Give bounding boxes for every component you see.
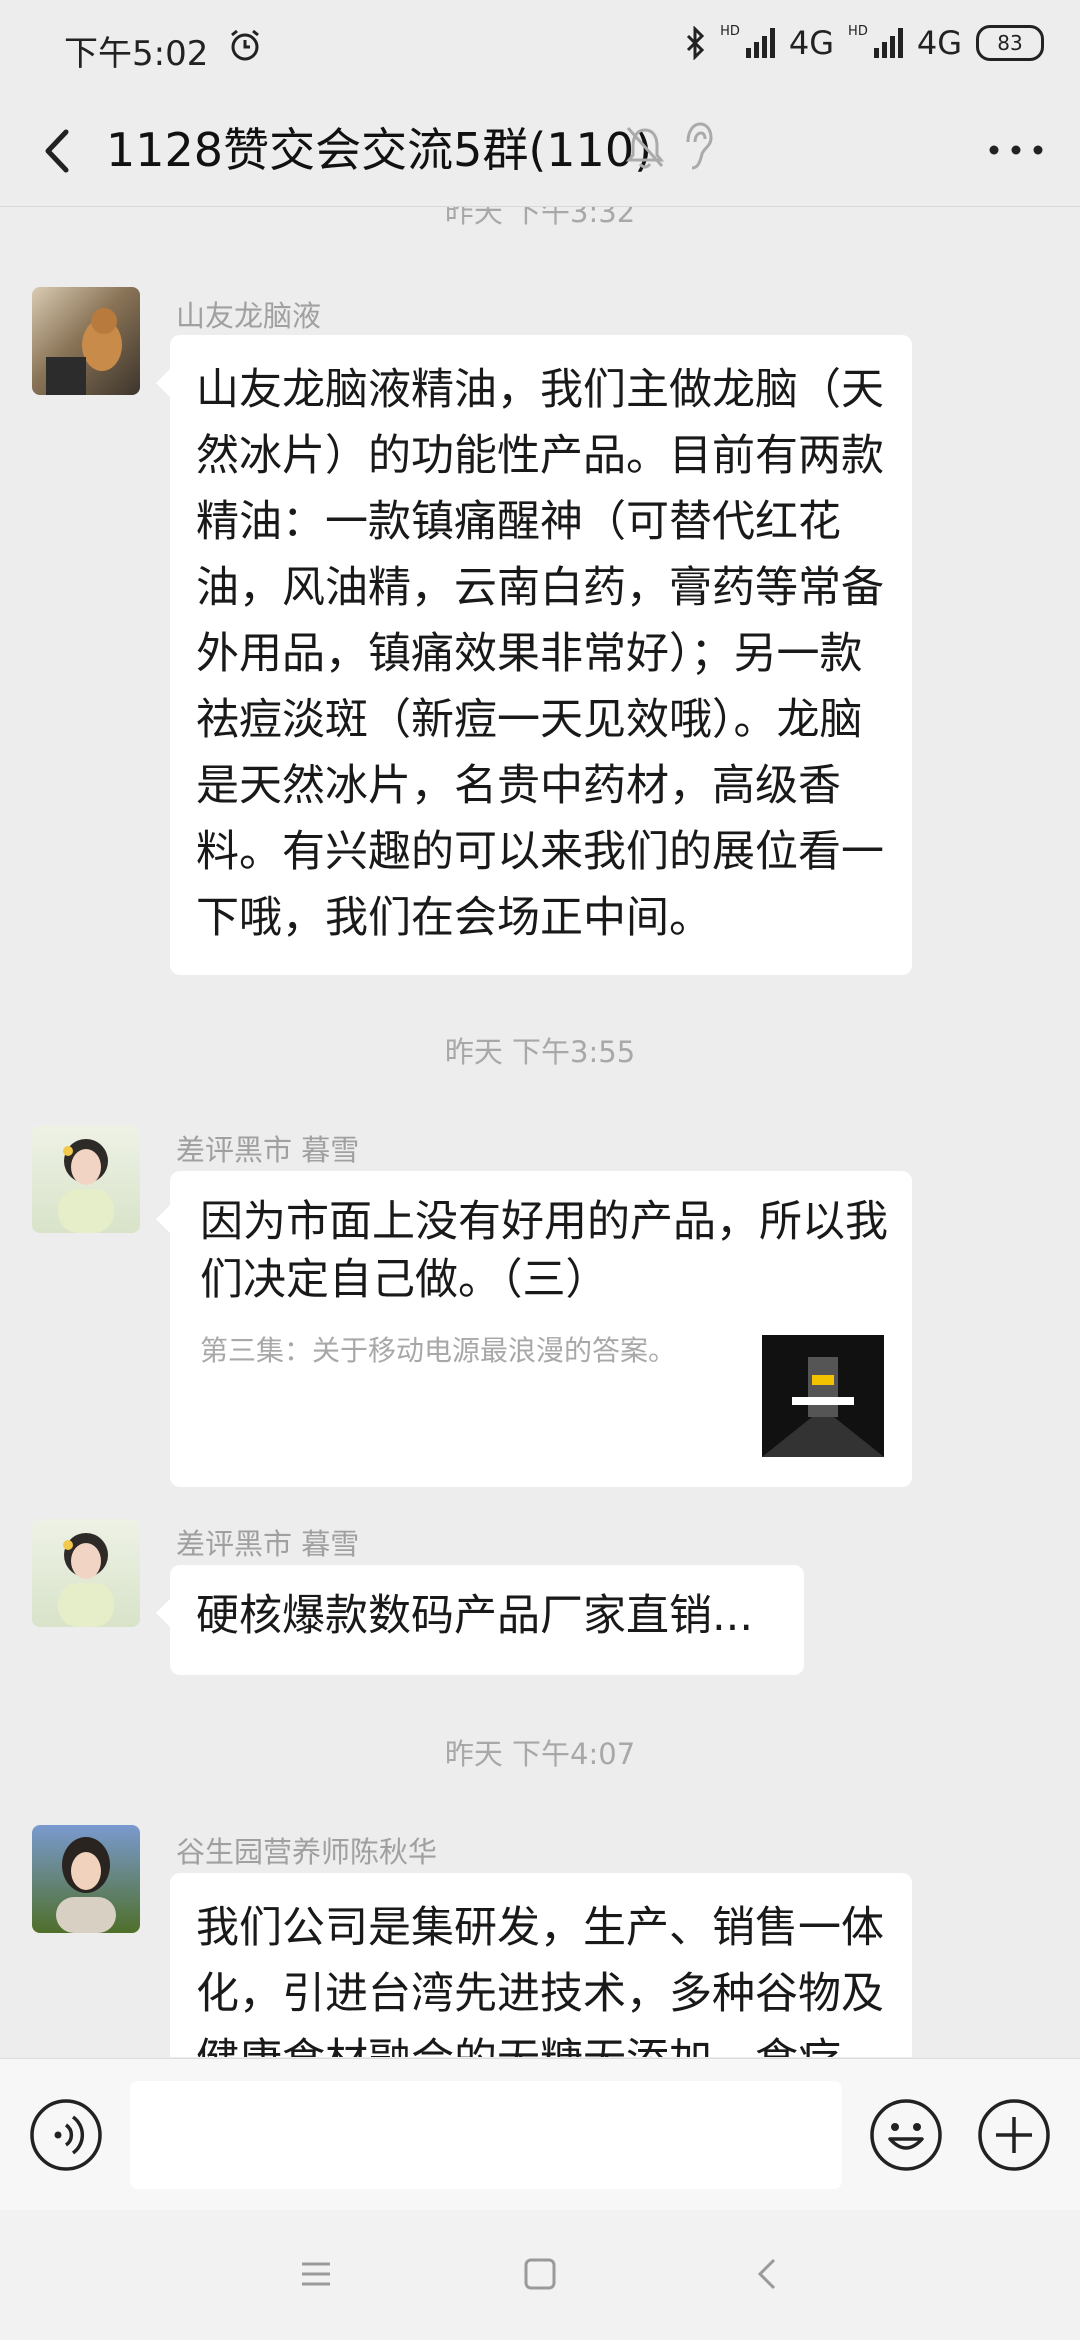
alarm-icon [231, 29, 259, 61]
message-bubble[interactable]: 硬核爆款数码产品厂家直销... [156, 1565, 804, 1675]
avatar-image [46, 308, 122, 395]
link-title: 因为市面上没有好用的产品，所以我们决定自己做。（三） [200, 1197, 888, 1305]
bluetooth-icon [687, 26, 705, 60]
back-icon[interactable] [748, 2254, 788, 2294]
avatar-image [56, 1837, 116, 1933]
avatar-image [58, 1139, 114, 1233]
ear-icon [686, 122, 713, 170]
more-options-icon[interactable] [986, 130, 1046, 170]
mute-bell-icon [625, 126, 665, 169]
avatar[interactable] [32, 287, 140, 395]
chat-header: 1128赞交会交流5群(110) [0, 96, 1080, 207]
message-input[interactable] [130, 2081, 842, 2189]
link-card[interactable]: 因为市面上没有好用的产品，所以我们决定自己做。（三） 第三集：关于移动电源最浪漫… [156, 1171, 912, 1487]
battery-indicator: 83 [976, 25, 1044, 61]
sender-name: 差评黑市 暮雪 [176, 1527, 360, 1561]
system-nav-bar [0, 2210, 1080, 2340]
status-time: 下午5:02 [64, 34, 209, 74]
avatar[interactable] [32, 1125, 140, 1233]
emoji-icon[interactable] [868, 2097, 944, 2173]
home-icon[interactable] [520, 2254, 560, 2294]
hd-label: HD [720, 23, 740, 39]
back-arrow-icon[interactable] [30, 118, 90, 184]
sender-name: 山友龙脑液 [176, 299, 322, 333]
voice-input-icon[interactable] [28, 2097, 104, 2173]
time-separator: 昨天 下午4:07 [444, 1737, 636, 1771]
network-type-1: 4G [788, 24, 835, 62]
group-title: 1128赞交会交流5群(110) [106, 123, 653, 177]
network-type-2: 4G [916, 24, 962, 62]
sender-name: 谷生园营养师陈秋华 [176, 1835, 438, 1869]
input-bar [0, 2058, 1080, 2211]
avatar[interactable] [32, 1825, 140, 1933]
thumbnail-image [762, 1357, 884, 1457]
time-separator: 昨天 下午3:55 [444, 1035, 636, 1069]
sender-name: 差评黑市 暮雪 [176, 1133, 360, 1167]
time-separator: 昨天 下午3:32 [444, 207, 636, 229]
signal-icon [745, 28, 775, 58]
message-list[interactable]: 昨天 下午3:32 山友龙脑液 山友龙脑液精油，我们主做龙脑（天然冰片）的功能性… [0, 207, 1080, 2057]
message-bubble[interactable]: 我们公司是集研发，生产、销售一体化，引进台湾先进技术，多种谷物及健康食材融合的无… [170, 1873, 912, 2057]
plus-icon[interactable] [976, 2097, 1052, 2173]
avatar[interactable] [32, 1519, 140, 1627]
message-bubble[interactable]: 山友龙脑液精油，我们主做龙脑（天然冰片）的功能性产品。目前有两款精油：一款镇痛醒… [156, 335, 912, 975]
link-description: 第三集：关于移动电源最浪漫的答案。 [200, 1334, 677, 1367]
status-bar: 下午5:02 HD 4G HD 4G 83 [0, 0, 1080, 96]
link-thumbnail [762, 1335, 884, 1457]
hd-label-2: HD [848, 23, 868, 39]
signal-icon-2 [873, 28, 903, 58]
menu-icon[interactable] [296, 2254, 336, 2294]
avatar-image [58, 1533, 114, 1627]
